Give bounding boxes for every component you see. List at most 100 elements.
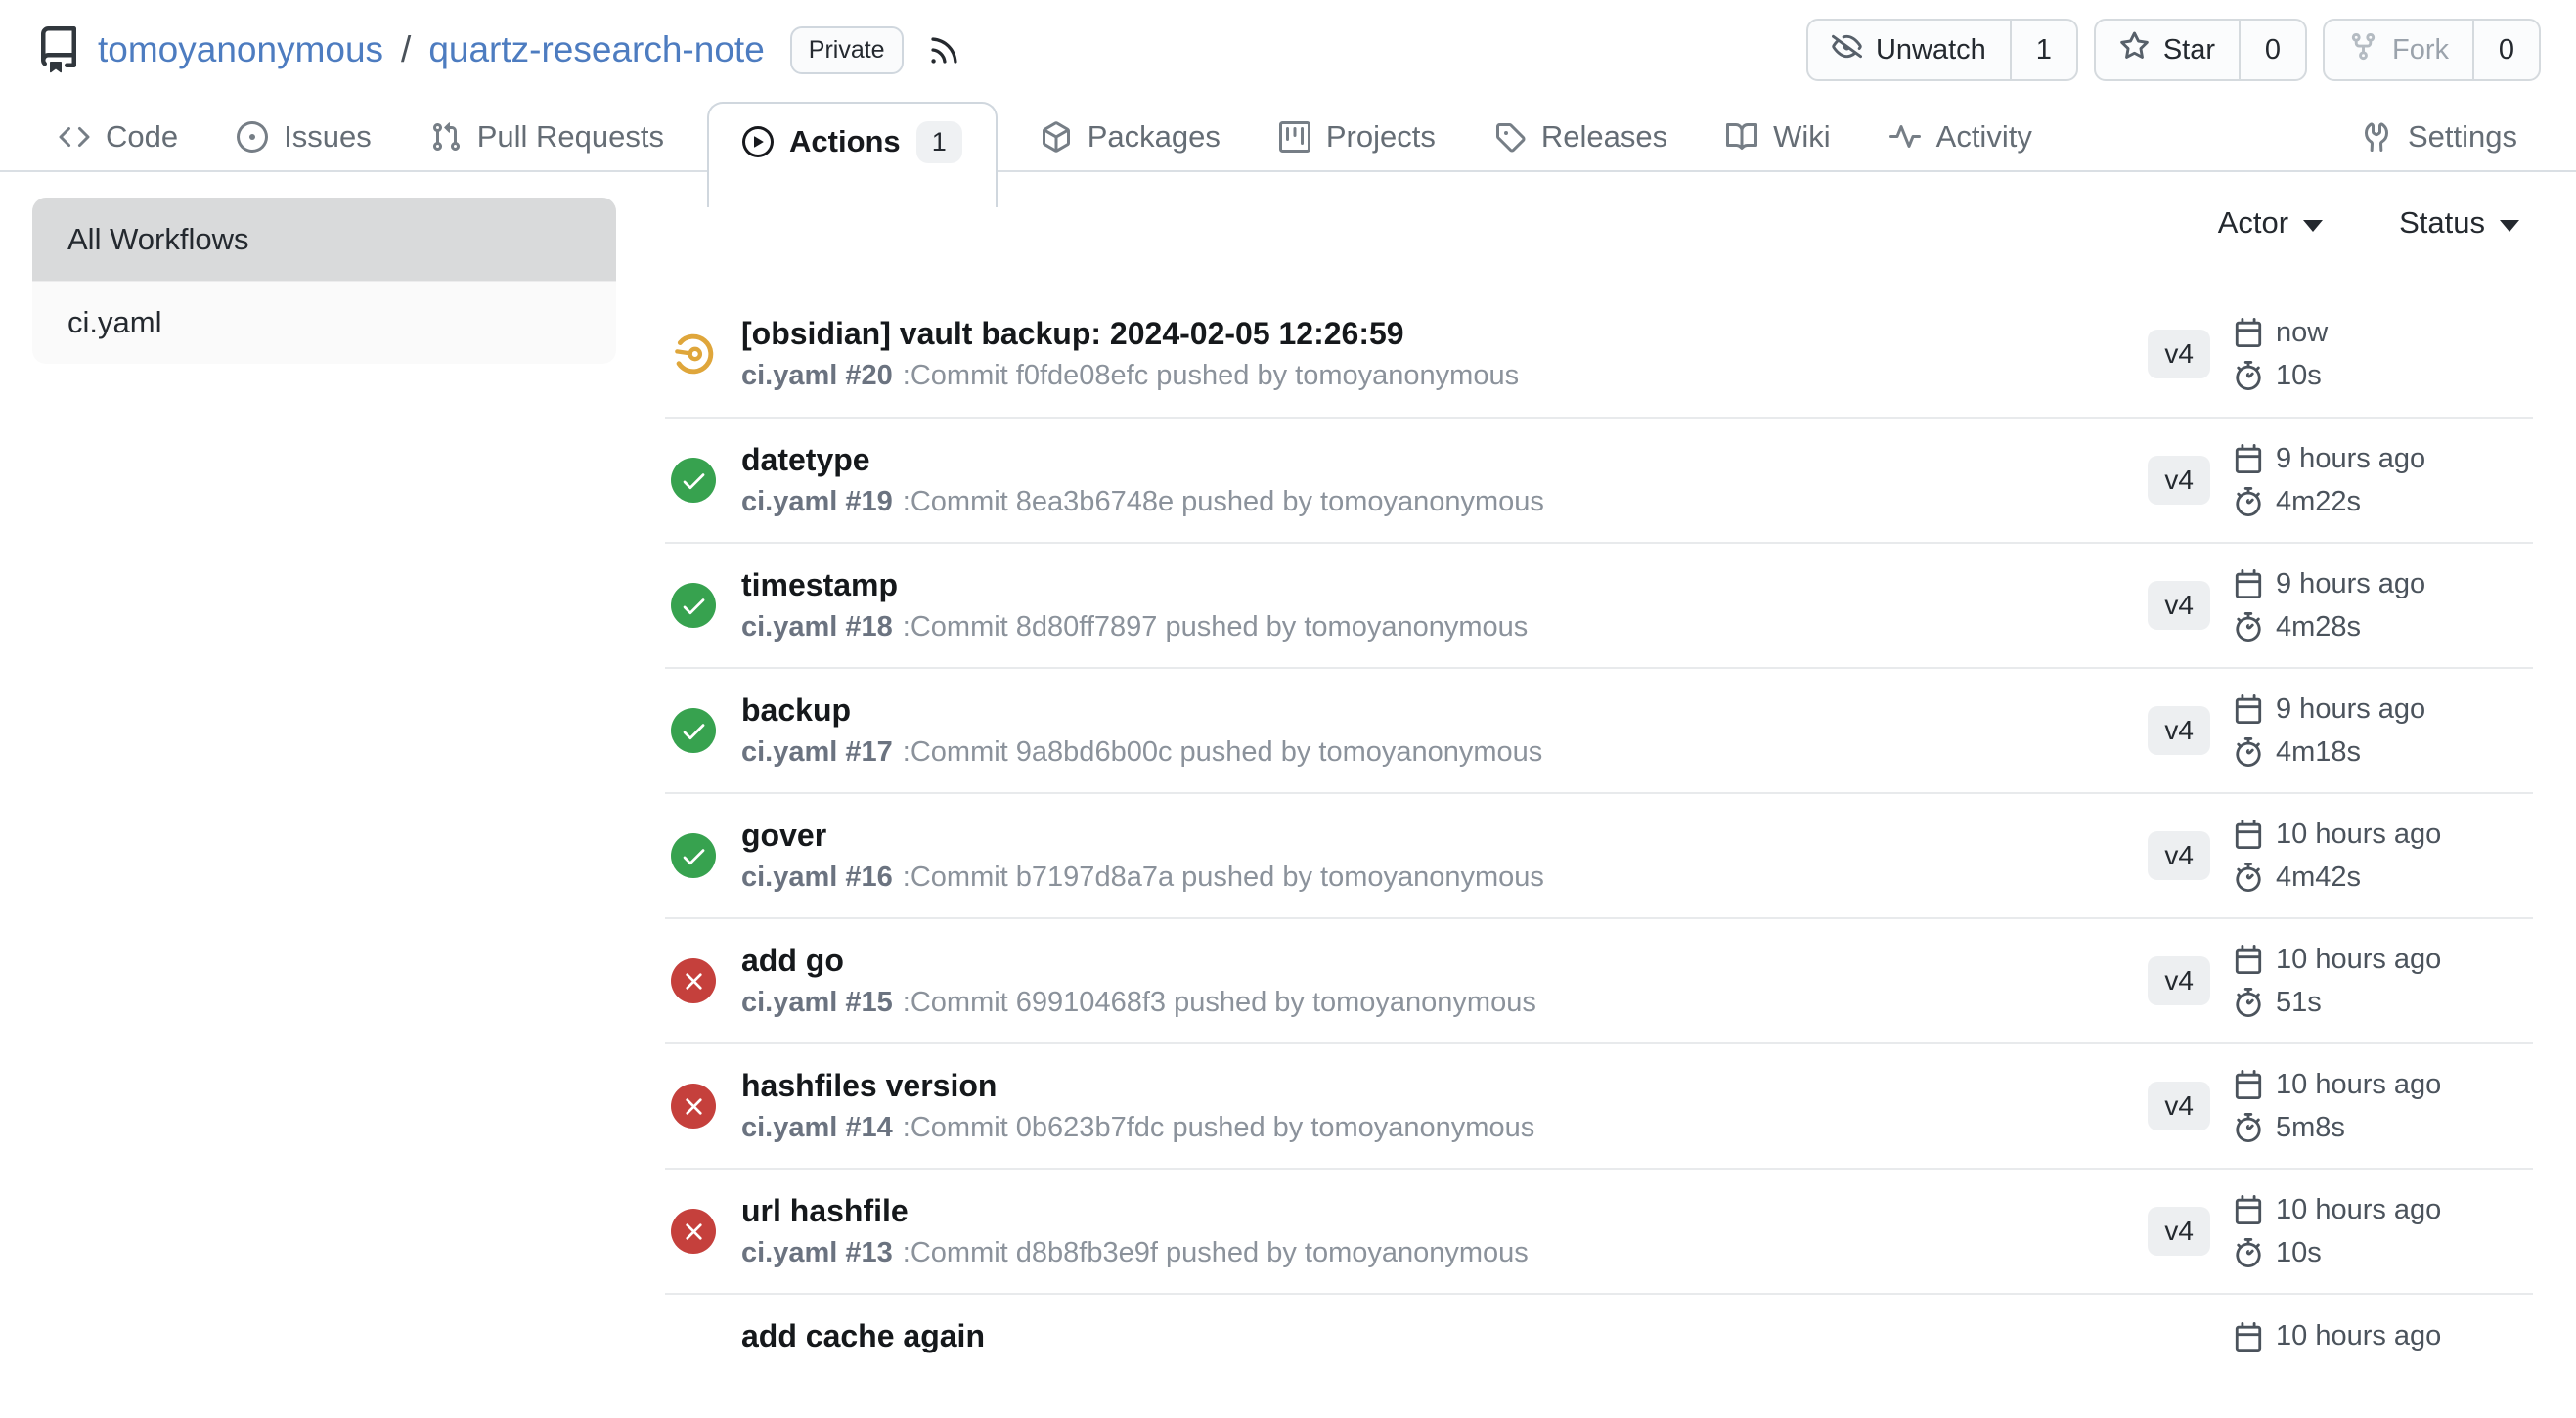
run-started-time: now (2276, 317, 2328, 349)
calendar-icon (2234, 569, 2263, 598)
tab-releases-label: Releases (1541, 119, 1667, 155)
tab-issues[interactable]: Issues (221, 102, 387, 172)
workflow-run-row[interactable]: backup ci.yaml #17:Commit 9a8bd6b00c pus… (665, 667, 2533, 792)
workflow-run-row[interactable]: datetype ci.yaml #19:Commit 8ea3b6748e p… (665, 417, 2533, 542)
tab-wiki-label: Wiki (1773, 119, 1831, 155)
watchers-count[interactable]: 1 (2012, 21, 2076, 79)
calendar-icon (2234, 1322, 2263, 1352)
sidebar-item-all-workflows[interactable]: All Workflows (32, 198, 616, 281)
run-title-link[interactable]: timestamp (741, 567, 2148, 603)
stopwatch-icon (2234, 487, 2263, 516)
run-started-time: 10 hours ago (2276, 1194, 2441, 1226)
workflow-run-row[interactable]: add cache again 10 hours ago (665, 1293, 2533, 1418)
run-title-link[interactable]: add cache again (741, 1318, 2177, 1354)
tab-wiki[interactable]: Wiki (1710, 102, 1846, 172)
branch-badge[interactable]: v4 (2148, 456, 2210, 505)
stopwatch-icon (2234, 1113, 2263, 1142)
branch-badge[interactable]: v4 (2148, 956, 2210, 1005)
actions-content: All Workflows ci.yaml Actor Status (0, 172, 2576, 1418)
workflow-run-row[interactable]: timestamp ci.yaml #18:Commit 8d80ff7897 … (665, 542, 2533, 667)
unwatch-button-group: Unwatch 1 (1806, 19, 2078, 81)
branch-badge[interactable]: v4 (2148, 706, 2210, 755)
visibility-badge: Private (790, 26, 904, 74)
stars-count[interactable]: 0 (2241, 21, 2305, 79)
runs-list: [obsidian] vault backup: 2024-02-05 12:2… (665, 291, 2533, 1418)
tab-projects[interactable]: Projects (1264, 102, 1451, 172)
tab-pull-requests[interactable]: Pull Requests (415, 102, 680, 172)
star-button[interactable]: Star (2096, 21, 2241, 79)
run-title-link[interactable]: add go (741, 943, 2148, 979)
actor-filter-dropdown[interactable]: Actor (2212, 204, 2329, 242)
run-duration-text: 10s (2276, 1237, 2322, 1269)
run-text-block: hashfiles version ci.yaml #14:Commit 0b6… (741, 1068, 2148, 1145)
branch-badge[interactable]: v4 (2148, 831, 2210, 880)
repo-title-group: tomoyanonymous / quartz-research-note Pr… (35, 26, 961, 74)
in-progress-status-icon (671, 332, 716, 377)
forks-count[interactable]: 0 (2474, 21, 2539, 79)
calendar-icon (2234, 820, 2263, 849)
run-text-block: datetype ci.yaml #19:Commit 8ea3b6748e p… (741, 442, 2148, 519)
workflow-run-row[interactable]: hashfiles version ci.yaml #14:Commit 0b6… (665, 1042, 2533, 1168)
stopwatch-icon (2234, 361, 2263, 390)
run-started-line: 10 hours ago (2234, 1320, 2443, 1352)
issue-opened-icon (237, 121, 268, 153)
tab-actions[interactable]: Actions 1 (707, 102, 998, 207)
run-subtitle: ci.yaml #19:Commit 8ea3b6748e pushed by … (741, 486, 2148, 518)
run-title-link[interactable]: [obsidian] vault backup: 2024-02-05 12:2… (741, 316, 2148, 352)
run-text-block: [obsidian] vault backup: 2024-02-05 12:2… (741, 316, 2148, 393)
run-duration-text: 4m42s (2276, 862, 2361, 894)
tab-code[interactable]: Code (43, 102, 194, 172)
run-title-link[interactable]: gover (741, 818, 2148, 854)
run-text-block: add cache again (741, 1318, 2177, 1396)
run-meta: 10 hours ago 51s (2234, 944, 2443, 1019)
play-circle-icon (742, 126, 774, 157)
run-commit-text: :Commit b7197d8a7a pushed by tomoyanonym… (903, 862, 1544, 893)
branch-badge[interactable]: v4 (2148, 1207, 2210, 1256)
run-text-block: timestamp ci.yaml #18:Commit 8d80ff7897 … (741, 567, 2148, 644)
run-duration-text: 4m18s (2276, 736, 2361, 769)
run-workflow-ref: ci.yaml #15 (741, 987, 893, 1018)
tab-releases[interactable]: Releases (1479, 102, 1683, 172)
run-started-time: 10 hours ago (2276, 819, 2441, 851)
status-filter-dropdown[interactable]: Status (2393, 204, 2525, 242)
workflow-run-row[interactable]: url hashfile ci.yaml #13:Commit d8b8fb3e… (665, 1168, 2533, 1293)
workflow-run-row[interactable]: gover ci.yaml #16 :Commit b7197d8a7a push… (665, 792, 2533, 917)
run-workflow-ref: ci.yaml #18 (741, 611, 893, 643)
branch-badge[interactable]: v4 (2148, 581, 2210, 630)
unwatch-label: Unwatch (1876, 34, 1986, 66)
run-started-line: 10 hours ago (2234, 1194, 2443, 1226)
run-title-link[interactable]: url hashfile (741, 1193, 2148, 1229)
tab-activity[interactable]: Activity (1874, 102, 2048, 172)
run-started-line: 10 hours ago (2234, 1069, 2443, 1101)
run-workflow-ref: ci.yaml #16 (741, 862, 893, 893)
unwatch-button[interactable]: Unwatch (1808, 21, 2012, 79)
run-commit-text: :Commit f0fde08efc pushed by tomoyanonym… (903, 360, 1519, 391)
tab-packages[interactable]: Packages (1025, 102, 1236, 172)
rss-icon[interactable] (927, 33, 961, 67)
run-started-time: 9 hours ago (2276, 568, 2425, 600)
run-duration-line: 4m42s (2234, 862, 2443, 894)
run-started-time: 10 hours ago (2276, 1069, 2441, 1101)
caret-down-icon (2303, 220, 2323, 232)
branch-badge[interactable]: v4 (2148, 330, 2210, 378)
run-meta: 10 hours ago 10s (2234, 1194, 2443, 1269)
fork-button[interactable]: Fork (2325, 21, 2474, 79)
repo-name-link[interactable]: quartz-research-note (428, 29, 764, 70)
run-title-link[interactable]: backup (741, 692, 2148, 729)
run-workflow-ref: ci.yaml #20 (741, 360, 893, 391)
run-title-link[interactable]: datetype (741, 442, 2148, 478)
workflows-sidebar: All Workflows ci.yaml (32, 198, 616, 364)
run-duration-text: 4m28s (2276, 611, 2361, 643)
run-subtitle (741, 1362, 2177, 1395)
run-started-time: 10 hours ago (2276, 1320, 2441, 1352)
tab-settings[interactable]: Settings (2345, 102, 2533, 172)
workflow-runs-main: Actor Status (665, 198, 2533, 1418)
sidebar-item-ci-yaml[interactable]: ci.yaml (32, 281, 616, 364)
repo-tab-bar: Code Issues Pull Requests Actions 1 Pack… (0, 102, 2576, 172)
run-title-link[interactable]: hashfiles version (741, 1068, 2148, 1104)
workflow-run-row[interactable]: [obsidian] vault backup: 2024-02-05 12:2… (665, 291, 2533, 417)
repo-owner-link[interactable]: tomoyanonymous (98, 29, 383, 70)
run-meta: 9 hours ago 4m22s (2234, 443, 2443, 518)
workflow-run-row[interactable]: add go ci.yaml #15:Commit 69910468f3 pus… (665, 917, 2533, 1042)
branch-badge[interactable]: v4 (2148, 1082, 2210, 1130)
